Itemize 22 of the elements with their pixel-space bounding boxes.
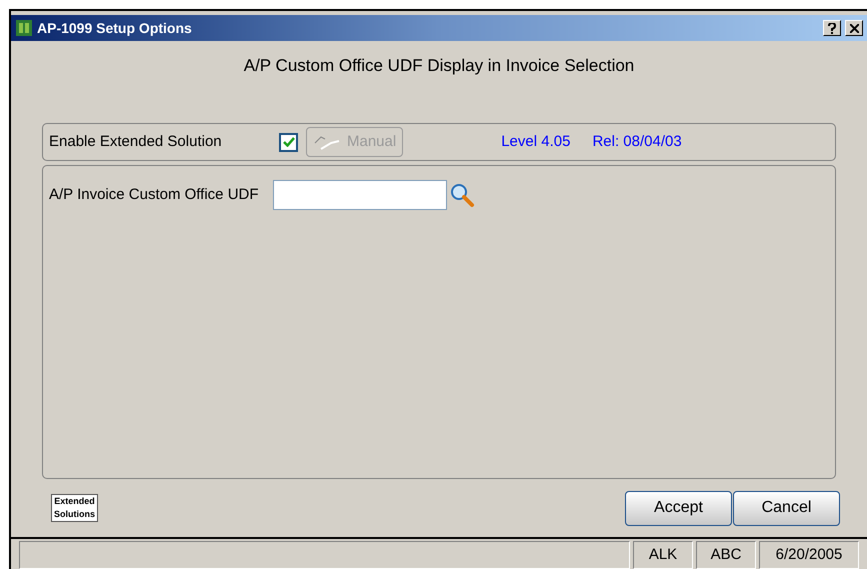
release-text: Rel: 08/04/03 [592, 132, 682, 152]
question-icon [828, 22, 836, 34]
app-icon [15, 19, 33, 37]
dialog-button[interactable]: Accept [625, 490, 732, 526]
dialog-heading: A/P Custom Office UDF Display in Invoice Selection [244, 55, 634, 78]
status-pane: ALK [633, 541, 693, 569]
level-text: Level 4.05 [501, 132, 570, 152]
search-icon[interactable] [448, 182, 475, 208]
enable-label: Enable Extended Solution [49, 132, 223, 152]
enable-checkbox[interactable] [279, 132, 298, 152]
logo-text: Extended [54, 495, 95, 508]
logo-text: Solutions [54, 508, 95, 521]
window-title: AP-1099 Setup Options [37, 18, 193, 38]
close-button[interactable] [845, 20, 863, 36]
status-pane: 6/20/2005 [759, 541, 859, 569]
status-pane: ABC [696, 541, 756, 569]
dialog-button[interactable]: Cancel [733, 490, 840, 526]
field-label: A/P Invoice Custom Office UDF [49, 184, 259, 205]
close-icon [850, 24, 858, 32]
help-button[interactable] [823, 20, 841, 36]
check-icon [282, 137, 294, 147]
udf-input-field[interactable] [272, 180, 447, 210]
